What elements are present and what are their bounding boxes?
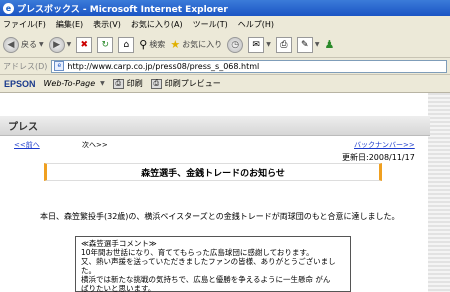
web-to-page-label[interactable]: Web-To-Page [44,79,96,88]
address-label: アドレス(D) [3,61,48,71]
printer-icon: ⎙ [275,36,292,53]
epson-toolbar: EPSON Web-To-Page ▼ ⎙ 印刷 ⎙ 印刷プレビュー [0,75,450,93]
page-content: プレス <<前へ 次へ>> バックナンバー>> 更新日:2008/11/17 森… [0,93,450,292]
forward-button[interactable]: ▶ ▼ [48,36,72,53]
epson-logo: EPSON [4,78,36,89]
window-title: プレスボックス - Microsoft Internet Explorer [17,4,228,15]
history-button[interactable]: ◷ [227,36,244,53]
address-input[interactable]: e http://www.carp.co.jp/press08/press_s_… [51,59,447,73]
forward-arrow-icon: ▶ [48,36,65,53]
forward-dropdown-icon[interactable]: ▼ [67,41,72,48]
home-button[interactable]: ⌂ [118,36,135,53]
favorites-button[interactable]: ★ お気に入り [170,38,222,51]
menu-file[interactable]: ファイル(F) [3,19,46,30]
comment-line: 10年間お世話になり、育ててもらった広島球団に感謝しております。 [81,248,314,257]
search-icon: ⚲ [139,38,148,51]
menu-bar: ファイル(F) 編集(E) 表示(V) お気に入り(A) ツール(T) ヘルプ(… [0,16,450,32]
address-url: http://www.carp.co.jp/press08/press_s_06… [67,61,260,71]
comment-line: ≪森笠選手コメント≫ [81,239,157,248]
epson-preview-button[interactable]: ⎙ 印刷プレビュー [150,78,221,89]
title-bar: e プレスボックス - Microsoft Internet Explorer [0,0,450,16]
home-icon: ⌂ [118,36,135,53]
back-button[interactable]: ◀ 戻る ▼ [3,36,44,53]
mail-dropdown-icon[interactable]: ▼ [266,41,271,48]
mail-icon: ✉ [248,36,265,53]
menu-view[interactable]: 表示(V) [93,19,121,30]
stop-button[interactable]: ✖ [76,36,93,53]
refresh-button[interactable]: ↻ [97,36,114,53]
menu-help[interactable]: ヘルプ(H) [238,19,274,30]
article-body: 本日、森笠繁投手(32歳)の、横浜ベイスターズとの金銭トレードが両球団のもと合意… [40,212,400,221]
backnumber-link[interactable]: バックナンバー>> [354,140,415,150]
print-button[interactable]: ⎙ [275,36,292,53]
decorative-strip [428,93,450,292]
toolbar: ◀ 戻る ▼ ▶ ▼ ✖ ↻ ⌂ ⚲ 検索 ★ お気に入り ◷ ✉ ▼ ⎙ ✎ … [0,32,450,58]
refresh-icon: ↻ [97,36,114,53]
headline: 森笠選手、金銭トレードのお知らせ [44,163,382,181]
next-link[interactable]: 次へ>> [82,140,108,150]
comment-line: ばりたいと思います。 [81,284,156,292]
search-button[interactable]: ⚲ 検索 [139,38,165,51]
comment-box: ≪森笠選手コメント≫ 10年間お世話になり、育ててもらった広島球団に感謝しており… [75,236,351,292]
prev-link[interactable]: <<前へ [14,140,40,150]
page-icon: e [54,61,65,71]
messenger-icon: ♟ [324,38,335,51]
star-icon: ★ [170,38,181,51]
mail-button[interactable]: ✉ ▼ [248,36,271,53]
history-icon: ◷ [227,36,244,53]
menu-tools[interactable]: ツール(T) [193,19,228,30]
back-arrow-icon: ◀ [3,36,19,53]
section-title: プレス [0,116,430,136]
web-to-page-dropdown-icon[interactable]: ▼ [100,80,105,87]
menu-edit[interactable]: 編集(E) [56,19,83,30]
print-preview-icon: ⎙ [150,78,162,89]
updated-date: 更新日:2008/11/17 [342,153,415,162]
epson-print-button[interactable]: ⎙ 印刷 [112,78,143,89]
edit-dropdown-icon[interactable]: ▼ [315,41,320,48]
messenger-button[interactable]: ♟ [324,38,334,51]
comment-line: 又、熱い声援を送っていただきましたファンの皆様、ありがとうございました。 [81,257,336,275]
ie-logo-icon: e [3,2,14,14]
menu-favorites[interactable]: お気に入り(A) [131,19,183,30]
comment-line: 横浜では新たな挑戦の気持ちで、広島と優勝を争えるように一生懸命 がん [81,275,331,284]
stop-icon: ✖ [76,36,93,53]
back-dropdown-icon[interactable]: ▼ [39,41,44,48]
edit-icon: ✎ [296,36,313,53]
print-icon: ⎙ [112,78,124,89]
address-bar: アドレス(D) e http://www.carp.co.jp/press08/… [0,58,450,75]
edit-button[interactable]: ✎ ▼ [296,36,320,53]
